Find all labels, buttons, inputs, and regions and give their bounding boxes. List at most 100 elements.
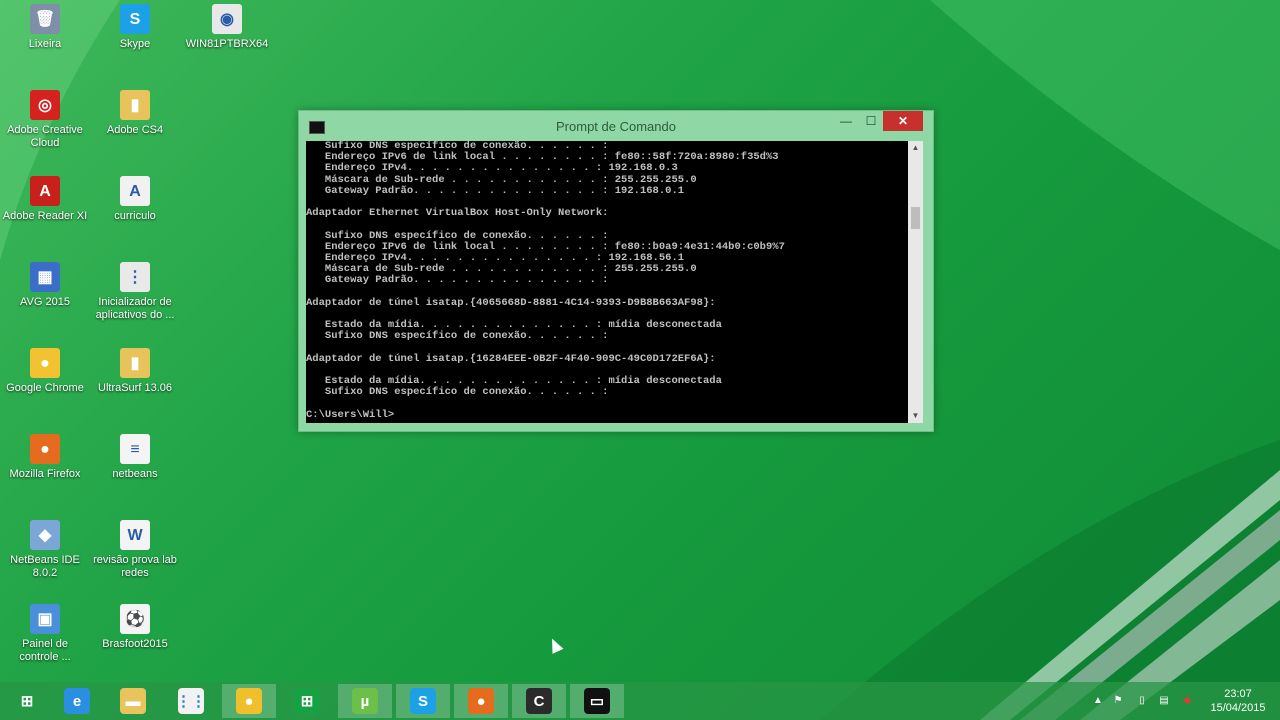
- vertical-scrollbar[interactable]: ▲ ▼: [908, 141, 923, 423]
- console-line: Sufixo DNS específico de conexão. . . . …: [306, 330, 609, 343]
- desktop-icon-label: curriculo: [114, 210, 156, 222]
- taskbar-store[interactable]: ⊞: [280, 684, 334, 718]
- desktop-icon-label: Brasfoot2015: [102, 638, 168, 650]
- desktop-icon[interactable]: ▣ Painel de controle ...: [0, 604, 90, 664]
- recycle-bin-icon: 🗑: [30, 4, 60, 34]
- console-line: Gateway Padrão. . . . . . . . . . . . . …: [306, 184, 685, 197]
- desktop-icon[interactable]: ◉ WIN81PTBRX64: [182, 4, 272, 51]
- desktop-icon-label: NetBeans IDE 8.0.2: [10, 554, 80, 579]
- desktop-icon-label: AVG 2015: [20, 296, 70, 308]
- taskbar: ⊞ e ▬ ⋮⋮ ● ⊞ µ S ● C ▭ ▲ ⚑ ▯ ▤ ◀ 23:07 15/04/2015: [0, 682, 1280, 720]
- maximize-button[interactable]: ☐: [858, 111, 884, 131]
- control-panel-icon: ▣: [30, 604, 60, 634]
- desktop-icon-label: Lixeira: [28, 38, 62, 50]
- clock-date: 15/04/2015: [1210, 702, 1266, 714]
- apps-grid-icon: ⋮⋮: [176, 688, 206, 714]
- desktop-icon-label: Painel de controle ...: [19, 638, 71, 663]
- desktop-icon-label: revisão prova lab redes: [93, 554, 177, 579]
- action-center-flag-icon[interactable]: ⚑: [1112, 695, 1124, 707]
- brasfoot-icon: ⚽: [120, 604, 150, 634]
- desktop-icon[interactable]: Acurriculo: [90, 176, 180, 223]
- taskbar-chrome[interactable]: ●: [222, 684, 276, 718]
- taskbar-utorrent[interactable]: µ: [338, 684, 392, 718]
- store-icon: ⊞: [294, 688, 320, 714]
- desktop-icon[interactable]: ⋮ Inicializador de aplicativos do ...: [90, 262, 180, 322]
- chrome-icon: ●: [236, 688, 262, 714]
- desktop-icon[interactable]: ▮ Adobe CS4: [90, 90, 180, 137]
- console-line: Sufixo DNS específico de conexão. . . . …: [306, 386, 609, 399]
- scroll-down-arrow-icon[interactable]: ▼: [908, 409, 923, 423]
- taskbar-camtasia[interactable]: C: [512, 684, 566, 718]
- camtasia-icon: C: [526, 688, 552, 714]
- volume-icon[interactable]: ◀: [1180, 695, 1192, 707]
- desktop-icon-label: Mozilla Firefox: [9, 468, 81, 480]
- avg-icon: ▦: [30, 262, 60, 292]
- firefox-icon: ●: [468, 688, 494, 714]
- desktop-icon[interactable]: ▦ AVG 2015: [0, 262, 90, 309]
- desktop-icon-label: Adobe Creative Cloud: [7, 124, 83, 149]
- netbeans-icon: ◆: [30, 520, 60, 550]
- show-hidden-icons-icon[interactable]: ▲: [1092, 695, 1104, 707]
- desktop-icon[interactable]: A Adobe Reader XI: [0, 176, 90, 223]
- pdf-icon: A: [30, 176, 60, 206]
- start-button[interactable]: ⊞: [0, 684, 54, 718]
- desktop-icon[interactable]: ◆ NetBeans IDE 8.0.2: [0, 520, 90, 580]
- folder-zip-icon: ▮: [120, 348, 150, 378]
- desktop-icon-label: netbeans: [112, 468, 158, 480]
- desktop-icon-label: Adobe Reader XI: [2, 210, 88, 222]
- console-line: Gateway Padrão. . . . . . . . . . . . . …: [306, 274, 609, 287]
- console-output[interactable]: Sufixo DNS específico de conexão. . . . …: [306, 141, 908, 423]
- text-file-icon: ≡: [120, 434, 150, 464]
- windows-logo-icon: ⊞: [20, 693, 34, 710]
- desktop-icon[interactable]: 🗑 Lixeira: [0, 4, 90, 51]
- chrome-icon: ●: [30, 348, 60, 378]
- desktop-icon-label: UltraSurf 13.06: [98, 382, 172, 394]
- pdf-document-icon: A: [120, 176, 150, 206]
- scroll-up-arrow-icon[interactable]: ▲: [908, 141, 923, 155]
- command-prompt-window[interactable]: Prompt de Comando — ☐ ✕ Sufixo DNS espec…: [298, 110, 934, 432]
- taskbar-apps-launcher[interactable]: ⋮⋮: [164, 684, 218, 718]
- skype-icon: S: [120, 4, 150, 34]
- desktop-icon-label: Skype: [119, 38, 151, 50]
- desktop-icon-label: WIN81PTBRX64: [185, 38, 269, 50]
- taskbar-firefox[interactable]: ●: [454, 684, 508, 718]
- desktop-icon[interactable]: Wrevisão prova lab redes: [90, 520, 180, 580]
- system-clock[interactable]: 23:07 15/04/2015: [1200, 687, 1276, 715]
- taskbar-internet-explorer[interactable]: e: [50, 684, 104, 718]
- console-line: Adaptador de túnel isatap.{16284EEE-0B2F…: [306, 352, 716, 365]
- desktop-icon[interactable]: S Skype: [90, 4, 180, 51]
- minimize-button[interactable]: —: [833, 111, 859, 131]
- mouse-cursor-icon: [546, 636, 564, 654]
- desktop-icon-label: Google Chrome: [6, 382, 84, 394]
- desktop-icon[interactable]: ≡ netbeans: [90, 434, 180, 481]
- folder-icon: ▮: [120, 90, 150, 120]
- close-button[interactable]: ✕: [883, 111, 923, 131]
- desktop-icon[interactable]: ▮ UltraSurf 13.06: [90, 348, 180, 395]
- apps-launcher-icon: ⋮: [120, 262, 150, 292]
- desktop-icon[interactable]: ⚽ Brasfoot2015: [90, 604, 180, 651]
- taskbar-file-explorer[interactable]: ▬: [106, 684, 160, 718]
- network-icon[interactable]: ▤: [1158, 695, 1170, 707]
- taskbar-command-prompt[interactable]: ▭: [570, 684, 624, 718]
- firefox-icon: ●: [30, 434, 60, 464]
- desktop-icon[interactable]: ◎ Adobe Creative Cloud: [0, 90, 90, 150]
- skype-icon: S: [410, 688, 436, 714]
- console-line: Adaptador Ethernet VirtualBox Host-Only …: [306, 207, 609, 220]
- desktop-icon-label: Inicializador de aplicativos do ...: [95, 296, 175, 321]
- utorrent-icon: µ: [352, 688, 378, 714]
- scroll-thumb[interactable]: [911, 207, 920, 229]
- internet-explorer-icon: e: [64, 688, 90, 714]
- system-tray: ▲ ⚑ ▯ ▤ ◀: [1088, 682, 1198, 720]
- disc-image-icon: ◉: [212, 4, 242, 34]
- usb-device-icon[interactable]: ▯: [1136, 695, 1148, 707]
- desktop-icon[interactable]: ● Google Chrome: [0, 348, 90, 395]
- window-titlebar[interactable]: Prompt de Comando — ☐ ✕: [299, 111, 933, 141]
- console-line: Sufixo DNS específico de conexão. . . . …: [306, 229, 609, 242]
- word-document-icon: W: [120, 520, 150, 550]
- taskbar-skype[interactable]: S: [396, 684, 450, 718]
- desktop-icon[interactable]: ● Mozilla Firefox: [0, 434, 90, 481]
